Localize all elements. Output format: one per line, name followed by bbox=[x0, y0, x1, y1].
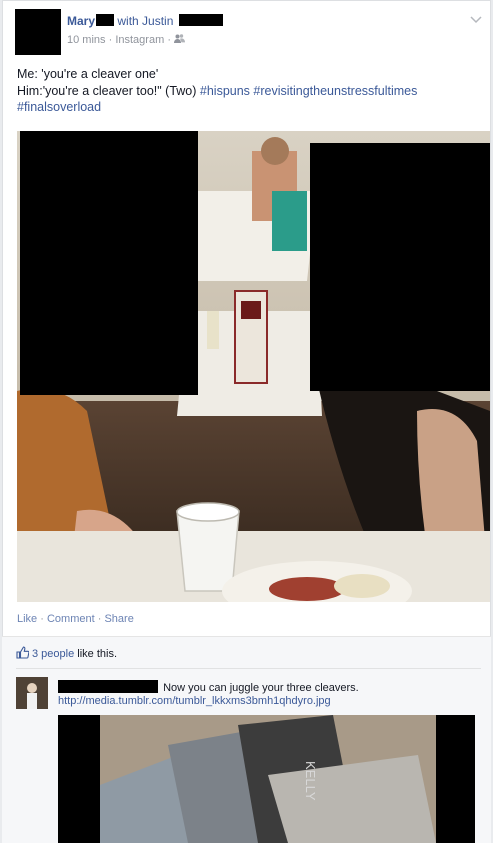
post-message: Me: 'you're a cleaver one' Him:'you're a… bbox=[17, 66, 482, 116]
redacted-commenter-name[interactable] bbox=[58, 680, 158, 693]
comment-attached-image[interactable]: KELLY bbox=[58, 715, 475, 843]
post-meta: 10 mins · Instagram · bbox=[67, 34, 186, 46]
cleavers-photo-illustration: KELLY bbox=[100, 715, 436, 843]
redacted-surname bbox=[96, 14, 115, 26]
avatar-image bbox=[16, 677, 48, 709]
actions-separator: · bbox=[40, 613, 44, 625]
post-header: Mary with Justin bbox=[67, 14, 223, 28]
comment-body: Now you can juggle your three cleavers. bbox=[58, 680, 359, 694]
meta-separator: · bbox=[108, 34, 113, 46]
share-link[interactable]: Share bbox=[104, 613, 133, 625]
comment-url-link[interactable]: http://media.tumblr.com/tumblr_lkkxms3bm… bbox=[58, 695, 331, 707]
like-link[interactable]: Like bbox=[17, 613, 37, 625]
actions-separator: · bbox=[97, 613, 102, 625]
redaction-box bbox=[20, 131, 198, 395]
with-label: with bbox=[117, 14, 139, 28]
hashtag-link[interactable]: #finalsoverload bbox=[17, 100, 101, 114]
message-line: Him:'you're a cleaver too!" (Two) #hispu… bbox=[17, 83, 482, 100]
hashtag-link[interactable]: #hispuns #revisitingtheunstressfultimes bbox=[200, 84, 417, 98]
thumbs-up-icon bbox=[16, 646, 30, 659]
author-name-link[interactable]: Mary bbox=[67, 14, 95, 28]
source-link[interactable]: Instagram bbox=[115, 34, 164, 46]
timestamp-link[interactable]: 10 mins bbox=[67, 34, 106, 46]
knife-brand-text: KELLY bbox=[303, 761, 318, 801]
comment-text: Now you can juggle your three cleavers. bbox=[163, 682, 359, 694]
comments-section: 3 people like this. Now you can juggle y… bbox=[2, 636, 491, 843]
meta-separator: · bbox=[167, 34, 171, 46]
author-avatar-redacted[interactable] bbox=[15, 9, 61, 55]
post-actions: Like · Comment · Share bbox=[17, 613, 134, 625]
message-line: #finalsoverload bbox=[17, 99, 482, 116]
divider bbox=[16, 668, 481, 669]
comment-link[interactable]: Comment bbox=[47, 613, 95, 625]
commenter-avatar[interactable] bbox=[16, 677, 48, 709]
post-photo[interactable] bbox=[17, 131, 490, 602]
message-line: Me: 'you're a cleaver one' bbox=[17, 67, 159, 81]
redaction-box bbox=[310, 143, 490, 391]
message-text: Him:'you're a cleaver too!" (Two) bbox=[17, 83, 200, 98]
likes-suffix: like this. bbox=[74, 648, 118, 660]
likes-count-link[interactable]: 3 people bbox=[32, 648, 74, 660]
redacted-tagged-surname bbox=[178, 14, 223, 26]
friends-icon[interactable] bbox=[174, 34, 186, 46]
tagged-friend-link[interactable]: Justin bbox=[142, 14, 173, 28]
chevron-down-icon[interactable] bbox=[470, 13, 482, 27]
likes-summary: 3 people like this. bbox=[16, 646, 117, 660]
